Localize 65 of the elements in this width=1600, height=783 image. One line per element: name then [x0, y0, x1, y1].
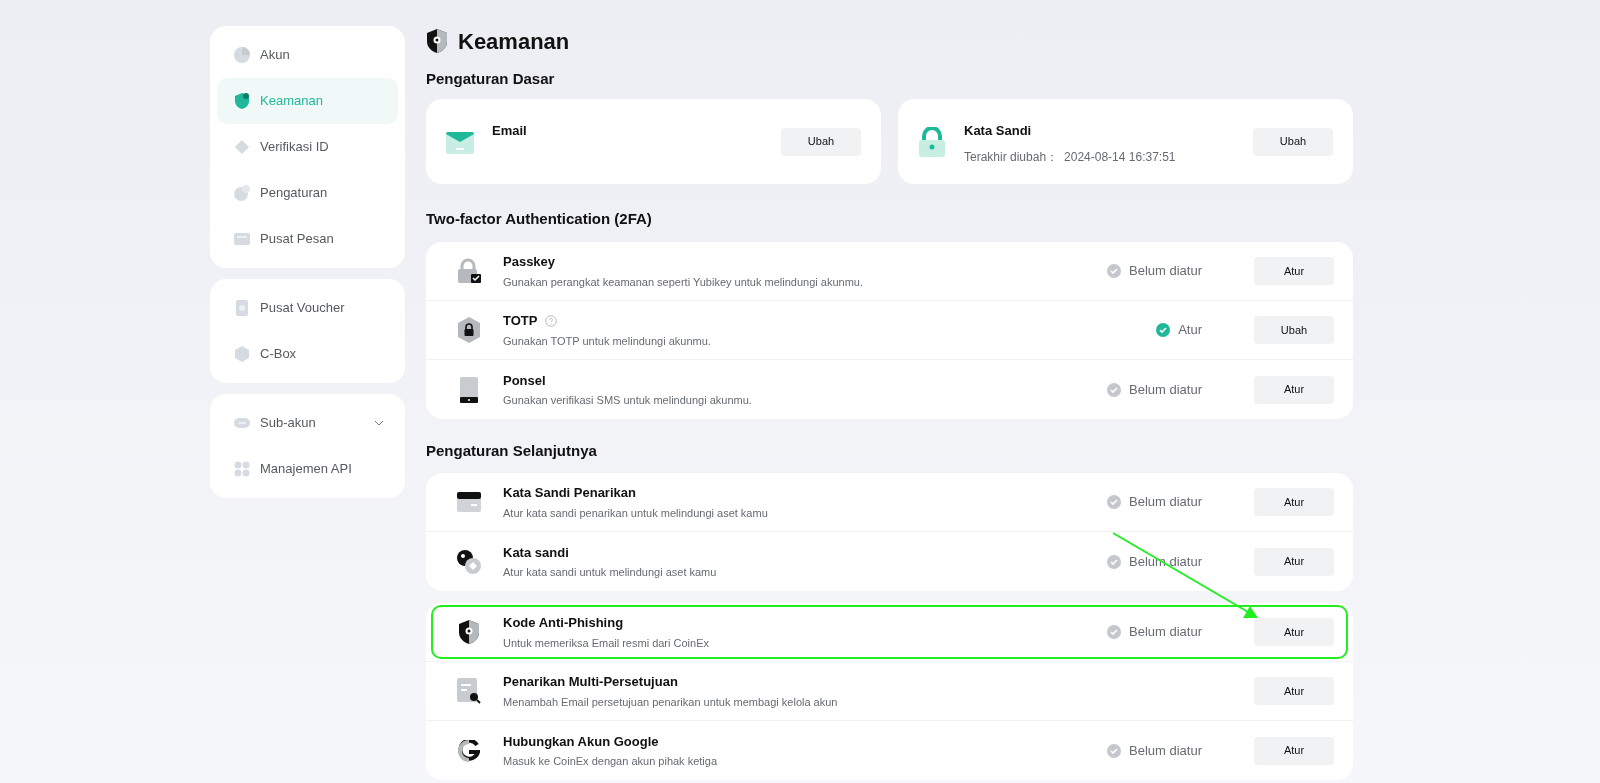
shield-icon: [233, 92, 251, 110]
card-title: Email: [492, 122, 528, 140]
status-text: Belum diatur: [1129, 623, 1202, 642]
status-text: Belum diatur: [1129, 552, 1202, 571]
setting-title: Penarikan Multi-Persetujuan: [503, 673, 678, 691]
setting-description: Atur kata sandi penarikan untuk melindungi aset kamu: [503, 505, 769, 521]
coins-icon: [456, 548, 482, 575]
shield-icon: [426, 28, 448, 54]
setting-description: Masuk ke CoinEx dengan akun pihak ketiga: [503, 754, 719, 769]
status-text: Belum diatur: [1129, 380, 1202, 399]
sidebar-item[interactable]: Akun: [217, 32, 398, 78]
sidebar-item[interactable]: Sub-akun: [217, 400, 398, 446]
setting-title: Kata sandi: [503, 543, 569, 562]
sidebar-item[interactable]: Pengaturan: [217, 170, 398, 216]
message-icon: [233, 230, 251, 248]
setting-title: Kode Anti-Phishing: [503, 614, 624, 632]
timestamp: 2024-08-14 16:37:51: [1064, 148, 1176, 166]
sidebar-item[interactable]: Pusat Voucher: [217, 285, 398, 331]
status-text: Atur: [1178, 321, 1202, 340]
sidebar-item[interactable]: C-Box: [217, 331, 398, 377]
card-title: Kata Sandi: [964, 122, 1033, 140]
action-button[interactable]: Ubah: [1254, 316, 1334, 344]
setting-title: Passkey: [503, 253, 556, 271]
shield-icon: [458, 619, 480, 645]
action-button[interactable]: Atur: [1254, 488, 1334, 516]
status-text: Belum diatur: [1129, 493, 1202, 512]
action-button[interactable]: Atur: [1254, 736, 1334, 765]
sidebar-item[interactable]: Verifikasi ID: [217, 124, 398, 170]
action-button[interactable]: Atur: [1254, 677, 1334, 705]
diamond-icon: [233, 138, 251, 156]
setting-title: Ponsel: [503, 371, 546, 390]
setting-description: Untuk memeriksa Email resmi dari CoinEx: [503, 635, 710, 651]
setting-description: Gunakan TOTP untuk melindungi akunmu.: [503, 333, 712, 349]
grid-icon: [233, 460, 251, 478]
action-button[interactable]: Atur: [1254, 257, 1334, 285]
setting-description: Menambah Email persetujuan penarikan untuk membagi kelola akun: [503, 694, 839, 710]
setting-title: Kata Sandi Penarikan: [503, 484, 636, 502]
setting-description: Gunakan perangkat keamanan seperti Yubikey untuk melindungi akunmu.: [503, 274, 864, 290]
setting-title: Hubungkan Akun Google: [503, 732, 659, 751]
sidebar-item[interactable]: Manajemen API: [217, 446, 398, 492]
section-heading: Pengaturan Dasar: [426, 69, 556, 89]
action-button[interactable]: Ubah: [781, 127, 861, 156]
status-text: Belum diatur: [1129, 262, 1202, 281]
letter-g-icon: [458, 739, 480, 762]
action-button[interactable]: Atur: [1254, 375, 1334, 404]
setting-description: Atur kata sandi untuk melindungi aset kamu: [503, 565, 718, 580]
phone-icon: [460, 376, 478, 403]
section-heading: Two-factor Authentication (2FA): [426, 209, 653, 229]
card-icon: [457, 492, 481, 512]
page-title: Keamanan: [458, 27, 570, 56]
padlock-icon: [918, 126, 946, 157]
section-heading: Pengaturan Selanjutnya: [426, 441, 598, 461]
pie-chart-icon: [233, 46, 251, 64]
padlock-icon: [456, 258, 482, 284]
action-button[interactable]: Ubah: [1253, 127, 1333, 156]
envelope-icon: [446, 129, 474, 154]
setting-title: TOTP: [503, 312, 538, 330]
status-text: Belum diatur: [1129, 741, 1202, 760]
sidebar-item[interactable]: Pusat Pesan: [217, 216, 398, 262]
action-button[interactable]: Atur: [1254, 547, 1334, 576]
hexagon-lock-icon: [456, 316, 482, 344]
document-search-icon: [457, 678, 481, 704]
action-button[interactable]: Atur: [1254, 618, 1334, 646]
detail-label: Terakhir diubah：: [964, 148, 1059, 166]
setting-description: Gunakan verifikasi SMS untuk melindungi akunmu.: [503, 393, 753, 408]
